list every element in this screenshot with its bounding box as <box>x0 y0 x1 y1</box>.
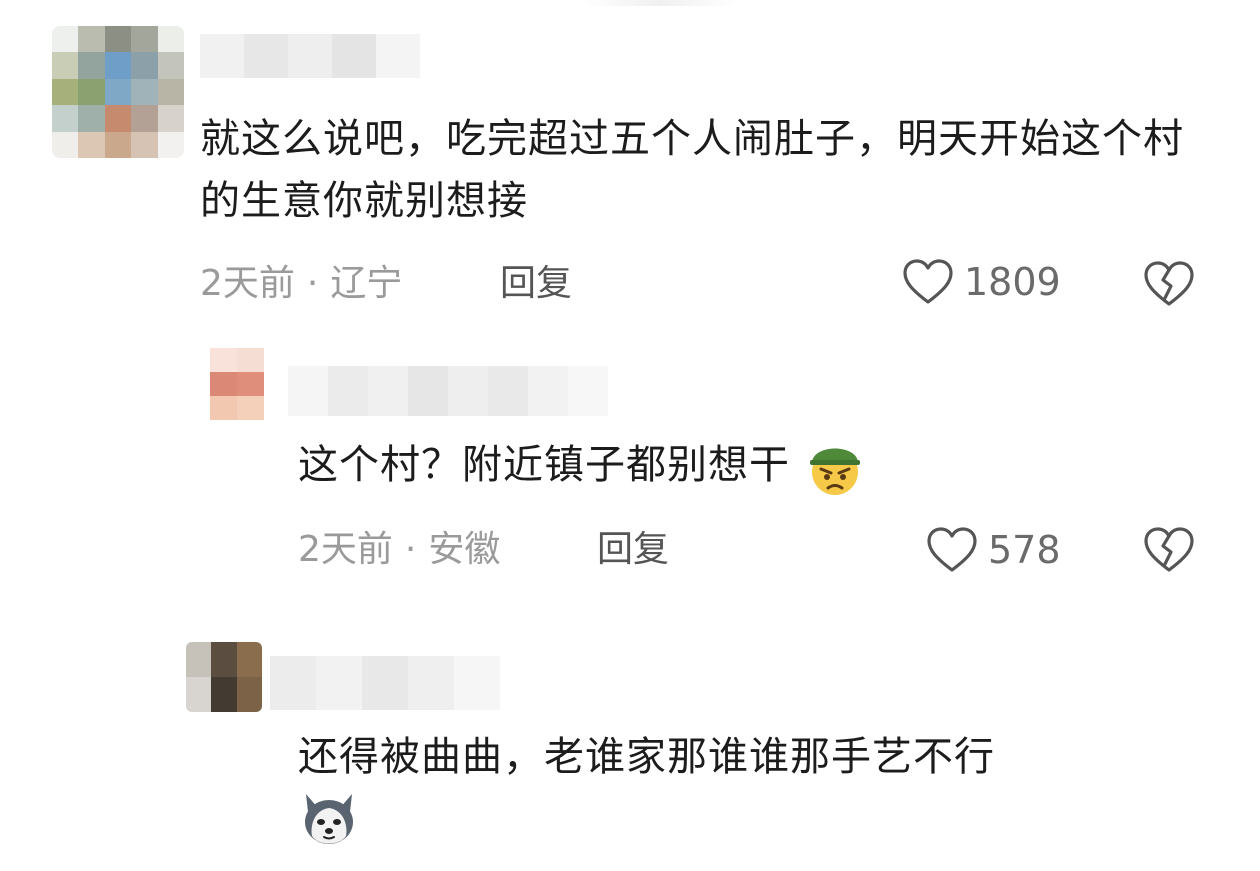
comment-text-content: 这个村？附近镇子都别想干 <box>298 442 790 488</box>
comment-time: 2天前 <box>298 529 393 570</box>
like-button[interactable]: 578 <box>926 526 1061 574</box>
comment-time: 2天前 <box>200 263 295 304</box>
like-count: 578 <box>988 528 1061 572</box>
angry-soldier-emoji <box>809 448 860 495</box>
comment-meta: 2天前 · 辽宁 <box>200 262 402 306</box>
reply-button[interactable]: 回复 <box>500 262 572 306</box>
comment-3: 还得被曲曲，老谁家那谁谁那手艺不行 <box>0 600 1260 871</box>
commenter-name-blurred[interactable] <box>288 366 608 416</box>
commenter-name-blurred[interactable] <box>200 34 420 78</box>
reply-button[interactable]: 回复 <box>597 528 669 572</box>
comment-text: 这个村？附近镇子都别想干 <box>298 434 1198 498</box>
commenter-avatar[interactable] <box>52 26 184 158</box>
comment-location: 辽宁 <box>330 263 403 304</box>
comment-meta: 2天前 · 安徽 <box>298 528 500 572</box>
broken-heart-icon <box>1144 261 1194 306</box>
husky-dog-emoji <box>305 794 353 844</box>
dislike-button[interactable] <box>1143 260 1195 312</box>
comment-location: 安徽 <box>428 529 501 570</box>
like-button[interactable]: 1809 <box>902 258 1061 306</box>
commenter-avatar[interactable] <box>210 348 264 420</box>
comment-text: 还得被曲曲，老谁家那谁谁那手艺不行 <box>298 734 995 780</box>
heart-outline-icon <box>903 259 953 304</box>
comment-text: 就这么说吧，吃完超过五个人闹肚子，明天开始这个村的生意你就别想接 <box>200 116 1184 224</box>
meta-separator: · <box>404 529 417 570</box>
dislike-button[interactable] <box>1143 526 1195 578</box>
commenter-avatar[interactable] <box>186 642 262 712</box>
commenter-name-blurred[interactable] <box>270 656 502 710</box>
like-count: 1809 <box>964 260 1061 304</box>
heart-outline-icon <box>927 527 977 572</box>
meta-separator: · <box>306 263 319 304</box>
comment-1: 就这么说吧，吃完超过五个人闹肚子，明天开始这个村的生意你就别想接 2天前 · 辽宁 … <box>0 0 1260 330</box>
broken-heart-icon <box>1144 527 1194 572</box>
comment-2: 这个村？附近镇子都别想干 2天前 · 安徽 回复 578 <box>0 330 1260 600</box>
